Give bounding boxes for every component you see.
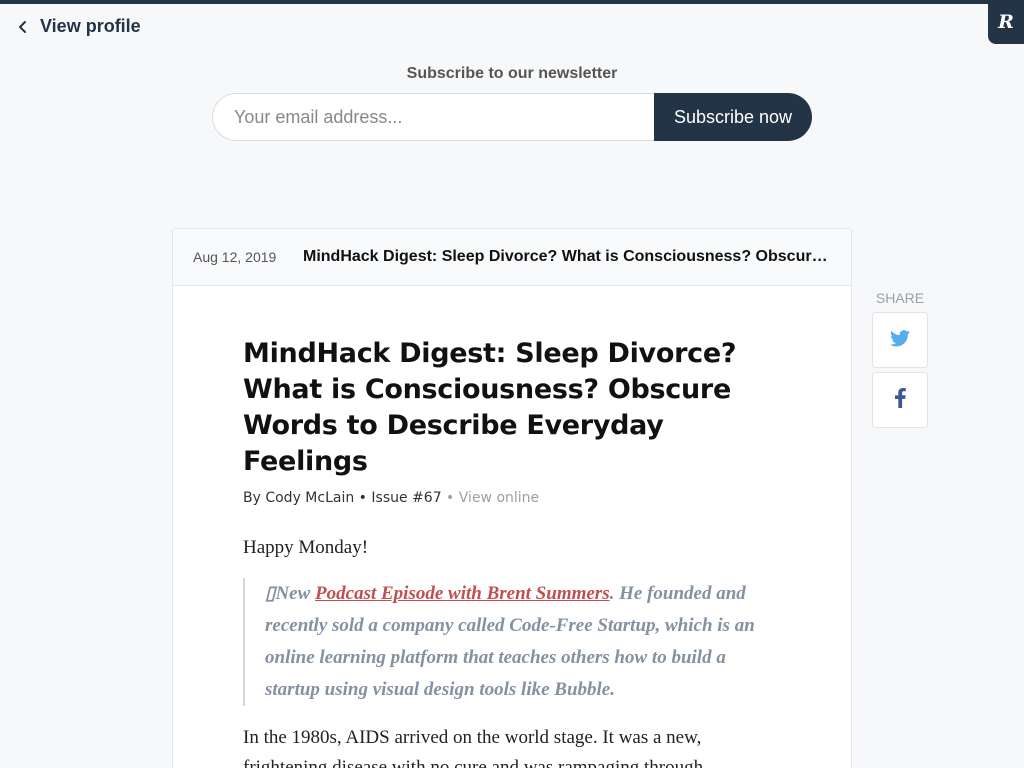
view-profile-label: View profile <box>40 16 141 36</box>
article-title: MindHack Digest: Sleep Divorce? What is … <box>243 338 737 477</box>
brand-logo-badge[interactable]: R <box>988 0 1024 44</box>
byline: By Cody McLain • Issue #67 • View online <box>243 490 781 506</box>
podcast-episode-link[interactable]: Podcast Episode with Brent Summers <box>315 583 610 604</box>
email-input[interactable] <box>212 93 654 141</box>
share-twitter-button[interactable] <box>872 312 928 368</box>
twitter-icon <box>890 329 910 351</box>
top-accent-bar <box>0 0 1024 4</box>
byline-author: By Cody McLain <box>243 490 355 506</box>
share-panel: SHARE <box>872 290 928 428</box>
byline-issue-number: Issue #67 <box>371 490 442 506</box>
issue-header: Aug 12, 2019 MindHack Digest: Sleep Divo… <box>173 229 851 286</box>
article-body: MindHack Digest: Sleep Divorce? What is … <box>173 286 851 768</box>
byline-separator: • <box>354 490 372 506</box>
newsletter-heading: Subscribe to our newsletter <box>406 65 618 82</box>
issue-date: Aug 12, 2019 <box>193 249 277 265</box>
subscribe-button[interactable]: Subscribe now <box>654 93 812 141</box>
view-online-link[interactable]: View online <box>459 490 539 506</box>
chevron-left-icon <box>18 20 28 34</box>
byline-separator: • <box>441 490 459 506</box>
brand-letter: R <box>998 11 1014 33</box>
view-profile-link[interactable]: View profile <box>18 16 141 37</box>
podcast-blockquote: ▯New Podcast Episode with Brent Summers.… <box>243 578 781 706</box>
share-label: SHARE <box>875 290 925 306</box>
quote-prefix: ▯New <box>265 583 316 604</box>
greeting-text: Happy Monday! <box>243 537 369 558</box>
facebook-icon <box>894 388 906 412</box>
article-paragraph: In the 1980s, AIDS arrived on the world … <box>243 727 704 768</box>
issue-subject: MindHack Digest: Sleep Divorce? What is … <box>303 248 831 265</box>
subscribe-form: Subscribe now <box>212 93 812 141</box>
share-facebook-button[interactable] <box>872 372 928 428</box>
issue-card: Aug 12, 2019 MindHack Digest: Sleep Divo… <box>172 228 852 768</box>
